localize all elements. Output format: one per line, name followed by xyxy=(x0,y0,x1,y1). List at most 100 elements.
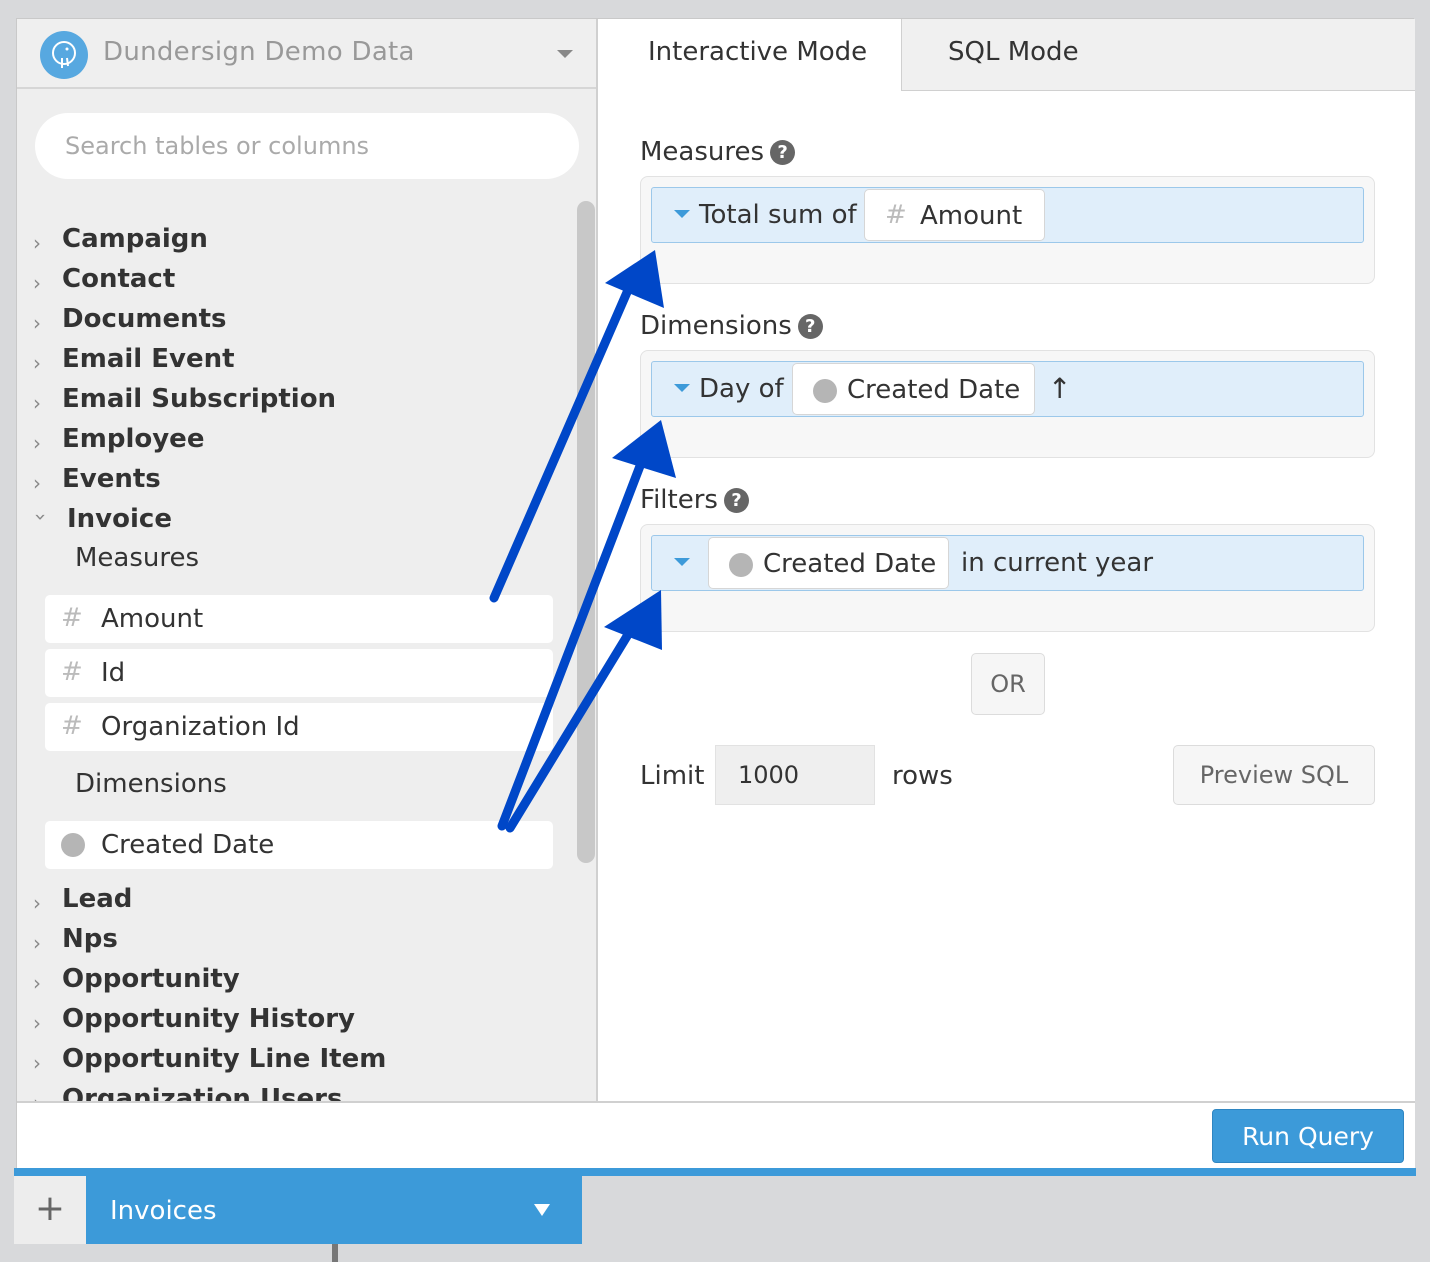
table-label: Email Subscription xyxy=(62,384,337,414)
measure-pill[interactable]: Total sum of # Amount xyxy=(651,187,1364,243)
filters-heading: Filters? xyxy=(640,485,749,515)
query-tab-label: Invoices xyxy=(110,1196,217,1226)
caret-down-icon[interactable] xyxy=(534,1204,550,1216)
or-button[interactable]: OR xyxy=(971,653,1045,715)
dimension-pill[interactable]: Day of Created Date ↑ xyxy=(651,361,1364,417)
clock-icon xyxy=(813,379,837,403)
table-label: Email Event xyxy=(62,344,235,374)
run-query-button[interactable]: Run Query xyxy=(1212,1109,1404,1163)
field-label: Created Date xyxy=(101,830,275,860)
measures-heading: Measures? xyxy=(640,137,796,167)
field-amount[interactable]: # Amount xyxy=(45,595,553,643)
schema-panel: Dundersign Demo Data › Campaign › Contac… xyxy=(17,19,598,1101)
chevron-right-icon: › xyxy=(33,471,41,495)
search-input[interactable] xyxy=(35,113,579,179)
table-label: Contact xyxy=(62,264,176,294)
tab-stem xyxy=(332,1244,338,1262)
limit-input[interactable] xyxy=(715,745,875,805)
filter-pill[interactable]: Created Date in current year xyxy=(651,535,1364,591)
table-label: Opportunity History xyxy=(62,1004,356,1034)
chevron-right-icon: › xyxy=(33,231,41,255)
limit-label: Limit xyxy=(640,761,705,791)
chip-label: Created Date xyxy=(847,375,1021,405)
scrollbar[interactable] xyxy=(577,201,595,863)
query-builder: Measures? Total sum of # Amount Dimensio… xyxy=(600,91,1415,1101)
table-label: Events xyxy=(62,464,161,494)
caret-down-icon[interactable] xyxy=(674,384,690,392)
number-icon: # xyxy=(61,657,83,687)
action-bar: Run Query xyxy=(17,1101,1415,1169)
datasource-name: Dundersign Demo Data xyxy=(103,37,415,67)
mode-tabs: Interactive Mode SQL Mode xyxy=(600,19,1415,91)
table-label: Opportunity Line Item xyxy=(62,1044,387,1074)
measures-dropzone[interactable]: Total sum of # Amount xyxy=(640,176,1375,284)
postgres-elephant-icon xyxy=(40,31,88,79)
field-label: Id xyxy=(101,658,126,688)
help-icon[interactable]: ? xyxy=(723,488,749,513)
dimensions-dropzone[interactable]: Day of Created Date ↑ xyxy=(640,350,1375,458)
sort-ascending-icon[interactable]: ↑ xyxy=(1048,372,1071,405)
chevron-right-icon: › xyxy=(33,971,41,995)
datasource-select[interactable]: Dundersign Demo Data xyxy=(17,19,596,89)
clock-icon xyxy=(729,553,753,577)
granularity-label[interactable]: Day of xyxy=(699,374,784,404)
filter-field-chip[interactable]: Created Date xyxy=(708,537,949,589)
help-icon[interactable]: ? xyxy=(770,140,796,165)
dimension-field-chip[interactable]: Created Date xyxy=(792,363,1035,415)
tab-label: Interactive Mode xyxy=(648,37,868,67)
chevron-right-icon: › xyxy=(33,891,41,915)
table-label: Documents xyxy=(62,304,227,334)
table-label: Employee xyxy=(62,424,205,454)
field-organization-id[interactable]: # Organization Id xyxy=(45,703,553,751)
table-label: Lead xyxy=(62,884,133,914)
measure-field-chip[interactable]: # Amount xyxy=(864,189,1045,241)
rows-label: rows xyxy=(892,761,953,791)
caret-down-icon[interactable] xyxy=(674,210,690,218)
preview-sql-button[interactable]: Preview SQL xyxy=(1173,745,1375,805)
aggregation-label[interactable]: Total sum of xyxy=(699,200,857,230)
help-icon[interactable]: ? xyxy=(797,314,823,339)
tab-sql-mode[interactable]: SQL Mode xyxy=(902,19,1415,91)
tab-interactive-mode[interactable]: Interactive Mode xyxy=(600,19,902,91)
filter-condition[interactable]: in current year xyxy=(961,548,1153,578)
dimensions-section-label: Dimensions xyxy=(75,769,227,799)
filters-heading-text: Filters xyxy=(640,485,718,515)
chevron-right-icon: › xyxy=(33,391,41,415)
add-query-button[interactable]: + xyxy=(14,1176,86,1244)
chevron-right-icon: › xyxy=(33,431,41,455)
field-created-date[interactable]: Created Date xyxy=(45,821,553,869)
number-icon: # xyxy=(61,603,83,633)
caret-down-icon[interactable] xyxy=(674,558,690,566)
tab-label: SQL Mode xyxy=(948,37,1079,67)
table-label: Organization Users xyxy=(62,1084,343,1101)
chevron-right-icon: › xyxy=(33,931,41,955)
chevron-right-icon: › xyxy=(33,1091,49,1101)
dimensions-heading-text: Dimensions xyxy=(640,311,792,341)
chevron-right-icon: › xyxy=(33,311,41,335)
chevron-right-icon: › xyxy=(33,351,41,375)
number-icon: # xyxy=(885,200,907,230)
field-id[interactable]: # Id xyxy=(45,649,553,697)
chevron-right-icon: › xyxy=(33,1011,41,1035)
filters-dropzone[interactable]: Created Date in current year xyxy=(640,524,1375,632)
chevron-down-icon[interactable] xyxy=(557,50,573,58)
table-label: Opportunity xyxy=(62,964,240,994)
chevron-down-icon: › xyxy=(29,513,53,521)
chip-label: Amount xyxy=(920,201,1023,231)
query-tab-invoices[interactable]: Invoices xyxy=(86,1176,582,1244)
table-label: Campaign xyxy=(62,224,208,254)
tab-strip-divider xyxy=(14,1168,1416,1176)
field-label: Amount xyxy=(101,604,204,634)
number-icon: # xyxy=(61,711,83,741)
chip-label: Created Date xyxy=(763,549,937,579)
field-label: Organization Id xyxy=(101,712,300,742)
clock-icon xyxy=(61,833,85,857)
table-label: Invoice xyxy=(67,504,172,534)
dimensions-heading: Dimensions? xyxy=(640,311,823,341)
chevron-right-icon: › xyxy=(33,271,41,295)
chevron-right-icon: › xyxy=(33,1051,41,1075)
query-builder-window: Dundersign Demo Data › Campaign › Contac… xyxy=(16,18,1415,1169)
measures-heading-text: Measures xyxy=(640,137,765,167)
measures-section-label: Measures xyxy=(75,543,200,573)
table-label: Nps xyxy=(62,924,118,954)
